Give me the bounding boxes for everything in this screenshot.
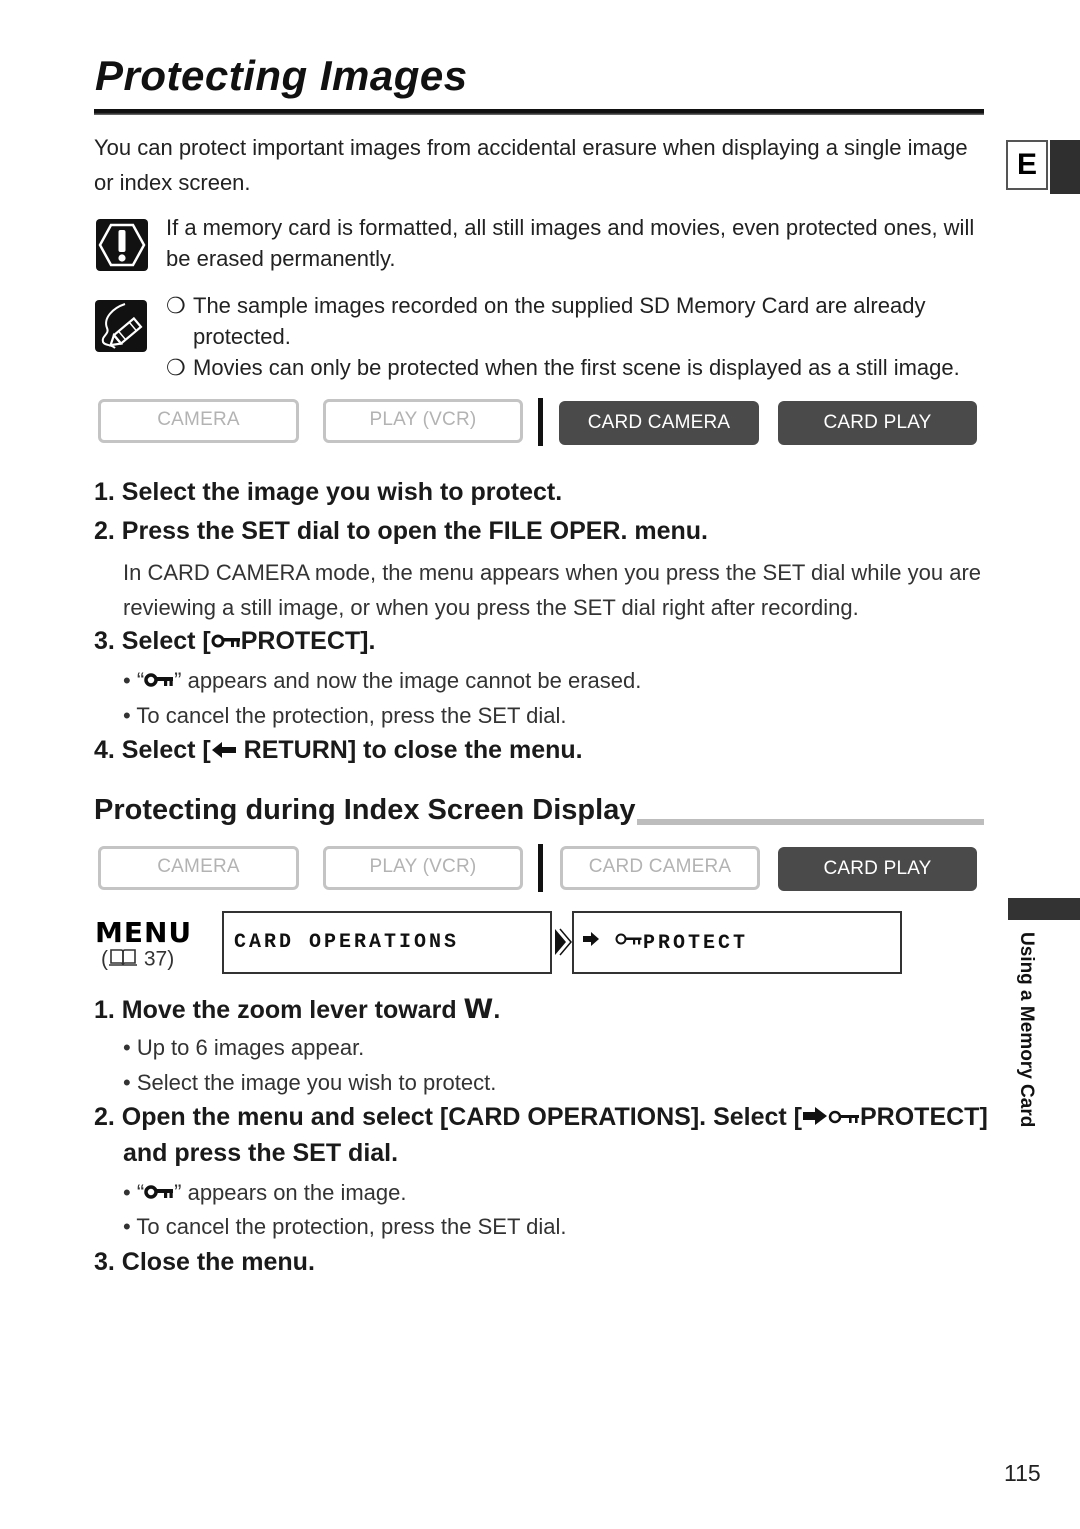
step-3-suffix: PROTECT]. [240,627,376,655]
index-step-2: 2. Open the menu and select [CARD OPERAT… [94,1103,988,1133]
step-3-bullet-2: • To cancel the protection, press the SE… [123,703,567,728]
mode-play-vcr: PLAY (VCR) [323,399,523,443]
mode-card-play: CARD PLAY [778,847,977,891]
title-rule [94,109,984,115]
memo-note: ❍ Movies can only be protected when the … [166,352,986,383]
index-step-2-line-2: and press the SET dial. [123,1139,399,1167]
menu-item-label: CARD OPERATIONS [234,931,460,954]
step-text: 2. Open the menu and select [CARD OPERAT… [94,1103,802,1131]
bullet-text: ” appears on the image. [174,1180,407,1205]
menu-box-card-operations: CARD OPERATIONS [222,911,552,974]
step-4: 4. Select [ RETURN] to close the menu. [94,736,583,766]
step-text: 1. Move the zoom lever toward [94,996,464,1024]
selection-arrow-icon [802,1104,828,1133]
mode-separator [538,844,543,892]
step-2-detail: In CARD CAMERA mode, the menu appears wh… [123,560,982,620]
step-3-prefix: 3. Select [ [94,627,211,655]
wide-w-symbol: W [463,994,494,1025]
protect-key-icon [144,1181,174,1207]
menu-label: MENU [95,916,193,949]
step-text-end: PROTECT] [860,1103,988,1131]
index-step-2-bullet-1: • “ ” appears on the image. [123,1180,407,1207]
mode-separator [538,398,543,446]
language-tab-label: E [1006,140,1048,190]
chapter-label-text: Using a Memory Card [1016,932,1037,1128]
protect-key-icon [144,669,174,695]
index-step-1-bullet-1: • Up to 6 images appear. [123,1035,365,1060]
index-step-1: 1. Move the zoom lever toward W. [94,994,500,1025]
memo-pencil-icon [95,300,147,352]
memo-notes: ❍ The sample images recorded on the supp… [166,290,986,383]
step-text-end: . [493,996,501,1024]
note-text: The sample images recorded on the suppli… [193,293,926,349]
protect-key-icon [211,628,241,657]
menu-next-icon [554,928,572,961]
section-title: Protecting during Index Screen Display [94,794,638,827]
bullet-prefix: • “ [123,668,145,693]
step-1: 1. Select the image you wish to protect. [94,478,563,506]
language-tab-marker [1050,140,1080,194]
index-step-3: 3. Close the menu. [94,1248,315,1276]
selection-arrow-icon [582,913,600,972]
book-icon [108,947,138,973]
mode-card-camera: CARD CAMERA [559,401,759,445]
ref-page: 37) [143,947,175,971]
step-3: 3. Select [ PROTECT]. [94,627,375,657]
mode-camera: CAMERA [98,846,299,890]
mode-card-play: CARD PLAY [778,401,977,445]
protect-key-icon [828,1104,860,1133]
menu-box-protect: PROTECT [572,911,902,974]
menu-page-reference: ( 37) [101,947,174,973]
page-title: Protecting Images [95,52,468,99]
index-step-2-bullet-2: • To cancel the protection, press the SE… [123,1214,567,1239]
step-3-bullet-1: • “ ” appears and now the image cannot be… [123,668,641,695]
chapter-label: Using a Memory Card [1007,932,1037,1152]
index-step-1-bullet-2: • Select the image you wish to protect. [123,1070,497,1095]
protect-key-icon [615,913,643,972]
caution-icon [96,219,148,271]
bullet-text: ” appears and now the image cannot be er… [174,668,642,693]
menu-item-label: PROTECT [643,931,749,955]
mode-play-vcr: PLAY (VCR) [323,846,523,890]
chapter-marker [1008,898,1080,920]
mode-camera: CAMERA [98,399,299,443]
note-bullet: ❍ [166,355,186,380]
step-2: 2. Press the SET dial to open the FILE O… [94,517,709,545]
note-text: Movies can only be protected when the fi… [193,355,960,380]
step-4-suffix: RETURN] to close the menu. [236,736,583,764]
bullet-prefix: • “ [123,1180,145,1205]
mode-card-camera: CARD CAMERA [560,846,760,890]
note-bullet: ❍ [166,293,186,318]
language-tab: E [1006,140,1080,194]
return-arrow-icon [211,737,237,766]
step-4-prefix: 4. Select [ [94,736,211,764]
memo-note: ❍ The sample images recorded on the supp… [166,290,986,352]
intro-text: You can protect important images from ac… [94,135,968,195]
caution-text: If a memory card is formatted, all still… [166,215,975,271]
page-number: 115 [1004,1460,1041,1486]
ref-open: ( [101,947,108,971]
